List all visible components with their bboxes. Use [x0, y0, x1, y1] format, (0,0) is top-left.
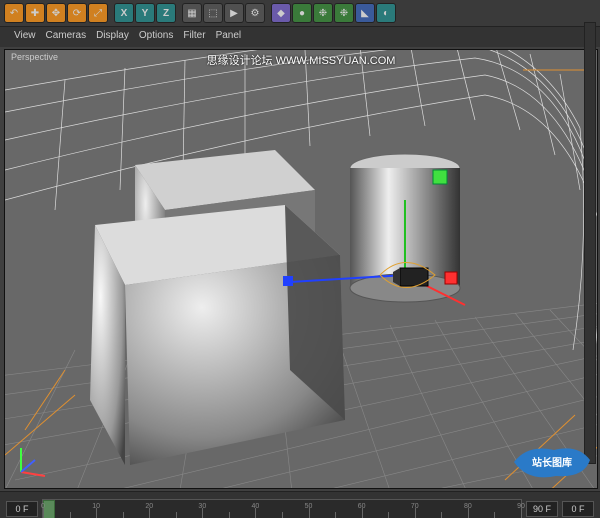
tick: [282, 512, 283, 518]
proj-start-field[interactable]: 0 F: [562, 501, 594, 517]
x-label: X: [121, 8, 128, 19]
grid-icon: ▦: [187, 8, 196, 19]
undo-icon: ↶: [10, 8, 18, 19]
tick-label: 90: [517, 503, 525, 510]
green2-button[interactable]: ❉: [313, 3, 333, 23]
tick: [335, 512, 336, 518]
scale-button[interactable]: ⤢: [88, 3, 108, 23]
tick: [229, 512, 230, 518]
tick: [176, 512, 177, 518]
move-button[interactable]: ✥: [46, 3, 66, 23]
timeline: 0 F 0 10 20 30 40 50 60 70 80 90 90 F 0 F: [0, 491, 600, 518]
tick-label: 40: [252, 503, 260, 510]
render-button[interactable]: ▶: [224, 3, 244, 23]
axis-y-button[interactable]: Y: [135, 3, 155, 23]
gear-icon: ⚙: [251, 8, 260, 19]
viewport-menubar: View Cameras Display Options Filter Pane…: [0, 27, 600, 47]
tick: [70, 512, 71, 518]
green3-button[interactable]: ❉: [334, 3, 354, 23]
watermark-corner: 站长图库: [508, 442, 594, 484]
scale-icon: ⤢: [94, 8, 102, 19]
clap-button[interactable]: ⬚: [203, 3, 223, 23]
svg-text:站长图库: 站长图库: [532, 456, 572, 469]
y-label: Y: [142, 8, 149, 19]
teal1-icon: ◐: [383, 8, 389, 19]
z-label: Z: [163, 8, 169, 19]
main-toolbar: ↶ ✚ ✥ ⟳ ⤢ X Y Z ▦ ⬚ ▶ ⚙ ◆ ● ❉ ❉ ◣ ◐: [0, 0, 600, 27]
clap-icon: ⬚: [208, 8, 217, 19]
tick: [441, 512, 442, 518]
green1-button[interactable]: ●: [292, 3, 312, 23]
tick-label: 0: [41, 503, 45, 510]
rotate-icon: ⟳: [73, 8, 81, 19]
green2-icon: ❉: [319, 8, 327, 19]
scene-canvas: [5, 50, 597, 488]
tick: [388, 512, 389, 518]
menu-filter[interactable]: Filter: [183, 30, 205, 44]
select-icon: ✚: [31, 8, 39, 19]
tick-label: 10: [92, 503, 100, 510]
tick-label: 50: [305, 503, 313, 510]
tick: [494, 512, 495, 518]
green1-icon: ●: [299, 8, 305, 19]
rotate-button[interactable]: ⟳: [67, 3, 87, 23]
blue1-icon: ◣: [361, 8, 369, 19]
viewport-label: Perspective: [11, 52, 58, 62]
render-icon: ▶: [230, 8, 238, 19]
tick: [123, 512, 124, 518]
tick-label: 20: [145, 503, 153, 510]
watermark-top: 思缘设计论坛 WWW.MISSYUAN.COM: [207, 52, 396, 68]
menu-cameras[interactable]: Cameras: [46, 30, 87, 44]
viewport[interactable]: Perspective 思缘设计论坛 WWW.MISSYUAN.COM: [4, 49, 598, 489]
tick-label: 80: [464, 503, 472, 510]
menu-options[interactable]: Options: [139, 30, 173, 44]
axis-widget[interactable]: [11, 442, 51, 482]
menu-view[interactable]: View: [14, 30, 36, 44]
select-button[interactable]: ✚: [25, 3, 45, 23]
grid-button[interactable]: ▦: [182, 3, 202, 23]
tick-label: 60: [358, 503, 366, 510]
deform-button[interactable]: ◆: [271, 3, 291, 23]
tick-label: 70: [411, 503, 419, 510]
timeline-track[interactable]: 0 10 20 30 40 50 60 70 80 90: [42, 499, 522, 518]
axis-z-button[interactable]: Z: [156, 3, 176, 23]
undo-button[interactable]: ↶: [4, 3, 24, 23]
tick-label: 30: [198, 503, 206, 510]
range-start-field[interactable]: 0 F: [6, 501, 38, 517]
settings-button[interactable]: ⚙: [245, 3, 265, 23]
green3-icon: ❉: [340, 8, 348, 19]
cube-front: [90, 205, 345, 465]
move-icon: ✥: [52, 8, 60, 19]
axis-x-button[interactable]: X: [114, 3, 134, 23]
blue1-button[interactable]: ◣: [355, 3, 375, 23]
menu-display[interactable]: Display: [96, 30, 129, 44]
right-slider[interactable]: [584, 22, 596, 464]
range-end-field[interactable]: 90 F: [526, 501, 558, 517]
teal1-button[interactable]: ◐: [376, 3, 396, 23]
menu-panel[interactable]: Panel: [216, 30, 242, 44]
deform-icon: ◆: [277, 8, 285, 19]
